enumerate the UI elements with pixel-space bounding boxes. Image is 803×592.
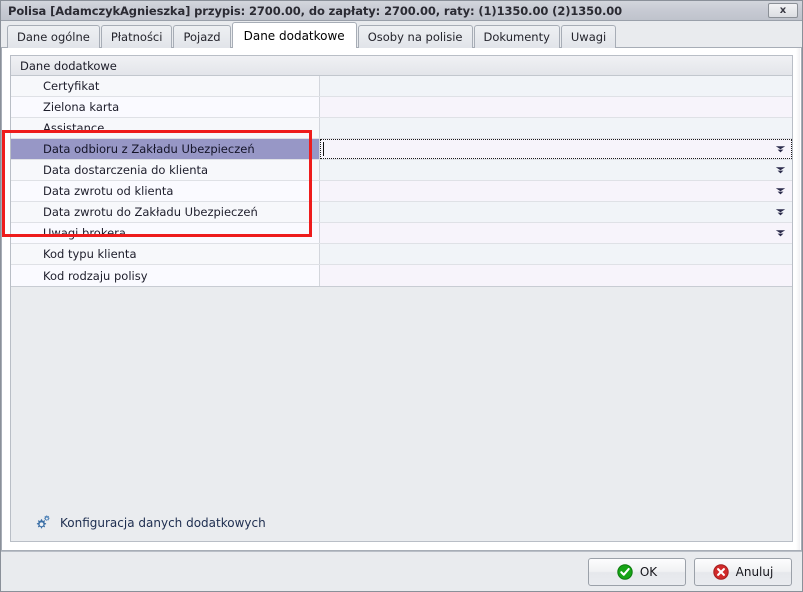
table-row[interactable]: Certyfikat — [11, 76, 792, 97]
gear-icon — [32, 514, 52, 532]
tab-label: Dokumenty — [483, 30, 550, 44]
chevron-down-icon[interactable] — [774, 206, 786, 218]
tab-bar: Dane ogólne Płatności Pojazd Dane dodatkowe… — [1, 21, 802, 48]
window-title: Polisa [AdamczykAgnieszka] przypis: 2700… — [8, 3, 623, 18]
table-row[interactable]: Kod rodzaju polisy — [11, 265, 792, 286]
table-row[interactable]: Data dostarczenia do klienta — [11, 160, 792, 181]
row-value-cell[interactable] — [320, 76, 792, 96]
config-link-label: Konfiguracja danych dodatkowych — [60, 516, 266, 530]
row-label-cell[interactable]: Data zwrotu od klienta — [11, 181, 320, 201]
polisa-dialog-window: Polisa [AdamczykAgnieszka] przypis: 2700… — [0, 0, 803, 592]
groupbox-header: Dane dodatkowe — [11, 56, 792, 76]
tab-label: Dane dodatkowe — [243, 28, 345, 43]
table-row[interactable]: Data zwrotu od klienta — [11, 181, 792, 202]
tab-uwagi[interactable]: Uwagi — [560, 25, 617, 48]
x-circle-icon — [712, 563, 729, 580]
row-label-cell[interactable]: Data dostarczenia do klienta — [11, 160, 320, 180]
row-value-cell[interactable] — [320, 139, 792, 159]
row-label-cell[interactable]: Uwagi brokera — [11, 223, 320, 243]
dialog-footer: OK Anuluj — [1, 551, 802, 591]
tab-dane-dodatkowe[interactable]: Dane dodatkowe — [231, 22, 357, 48]
row-label: Kod typu klienta — [43, 247, 137, 261]
table-row[interactable]: Zielona karta — [11, 97, 792, 118]
row-label: Data odbioru z Zakładu Ubezpieczeń — [43, 142, 255, 156]
row-value-cell[interactable] — [320, 160, 792, 180]
tab-content-panel: Dane dodatkowe Certyfikat Zielona karta As… — [1, 48, 802, 551]
configure-additional-data-link[interactable]: Konfiguracja danych dodatkowych — [32, 514, 266, 532]
row-label-cell[interactable]: Data zwrotu do Zakładu Ubezpieczeń — [11, 202, 320, 222]
window-titlebar: Polisa [AdamczykAgnieszka] przypis: 2700… — [1, 1, 802, 21]
ok-button[interactable]: OK — [588, 557, 686, 586]
row-label: Data zwrotu od klienta — [43, 184, 174, 198]
table-row[interactable]: Data odbioru z Zakładu Ubezpieczeń — [11, 139, 792, 160]
tab-label: Płatności — [110, 30, 163, 44]
close-window-button[interactable]: x — [768, 3, 798, 18]
additional-data-grid: Certyfikat Zielona karta Assistance Data od… — [11, 76, 792, 287]
table-row[interactable]: Assistance — [11, 118, 792, 139]
row-value-cell[interactable] — [320, 202, 792, 222]
tab-label: Osoby na polisie — [367, 30, 463, 44]
row-label: Data zwrotu do Zakładu Ubezpieczeń — [43, 205, 258, 219]
tab-label: Uwagi — [570, 30, 607, 44]
tab-dane-ogólne[interactable]: Dane ogólne — [7, 25, 100, 48]
table-row[interactable]: Kod typu klienta — [11, 244, 792, 265]
row-label-cell[interactable]: Data odbioru z Zakładu Ubezpieczeń — [11, 139, 320, 159]
chevron-down-icon[interactable] — [774, 185, 786, 197]
tab-dokumenty[interactable]: Dokumenty — [473, 25, 560, 48]
row-label-cell[interactable]: Kod rodzaju polisy — [11, 265, 320, 286]
row-value-cell[interactable] — [320, 181, 792, 201]
tab-płatności[interactable]: Płatności — [100, 25, 173, 48]
focused-cell-outline — [320, 139, 792, 159]
ok-button-label: OK — [639, 564, 658, 579]
row-label: Kod rodzaju polisy — [43, 268, 148, 283]
dane-dodatkowe-groupbox: Dane dodatkowe Certyfikat Zielona karta As… — [2, 55, 793, 542]
chevron-down-icon[interactable] — [774, 227, 786, 239]
row-value-cell[interactable] — [320, 265, 792, 286]
row-label: Assistance — [43, 121, 105, 135]
row-label-cell[interactable]: Assistance — [11, 118, 320, 138]
row-value-cell[interactable] — [320, 118, 792, 138]
check-circle-icon — [617, 563, 633, 580]
row-label: Uwagi brokera — [43, 226, 126, 240]
row-label-cell[interactable]: Certyfikat — [11, 76, 320, 96]
tab-pojazd[interactable]: Pojazd — [173, 25, 231, 48]
cancel-button[interactable]: Anuluj — [694, 557, 792, 586]
chevron-down-icon[interactable] — [774, 164, 786, 176]
row-label: Zielona karta — [43, 100, 120, 114]
text-caret — [323, 142, 324, 156]
row-label: Certyfikat — [43, 79, 100, 93]
table-row[interactable]: Data zwrotu do Zakładu Ubezpieczeń — [11, 202, 792, 223]
tab-label: Dane ogólne — [17, 30, 90, 44]
row-label-cell[interactable]: Kod typu klienta — [11, 244, 320, 264]
table-row[interactable]: Uwagi brokera — [11, 223, 792, 244]
row-value-cell[interactable] — [320, 244, 792, 264]
panel-edge — [796, 48, 800, 550]
close-icon: x — [779, 5, 787, 16]
row-label: Data dostarczenia do klienta — [43, 163, 209, 177]
chevron-down-icon[interactable] — [774, 143, 786, 155]
row-label-cell[interactable]: Zielona karta — [11, 97, 320, 117]
tab-label: Pojazd — [183, 30, 221, 44]
row-value-cell[interactable] — [320, 223, 792, 243]
groupbox-title: Dane dodatkowe — [20, 58, 117, 73]
cancel-button-label: Anuluj — [735, 564, 774, 579]
tab-osoby-na-polisie[interactable]: Osoby na polisie — [357, 25, 473, 48]
row-value-cell[interactable] — [320, 97, 792, 117]
